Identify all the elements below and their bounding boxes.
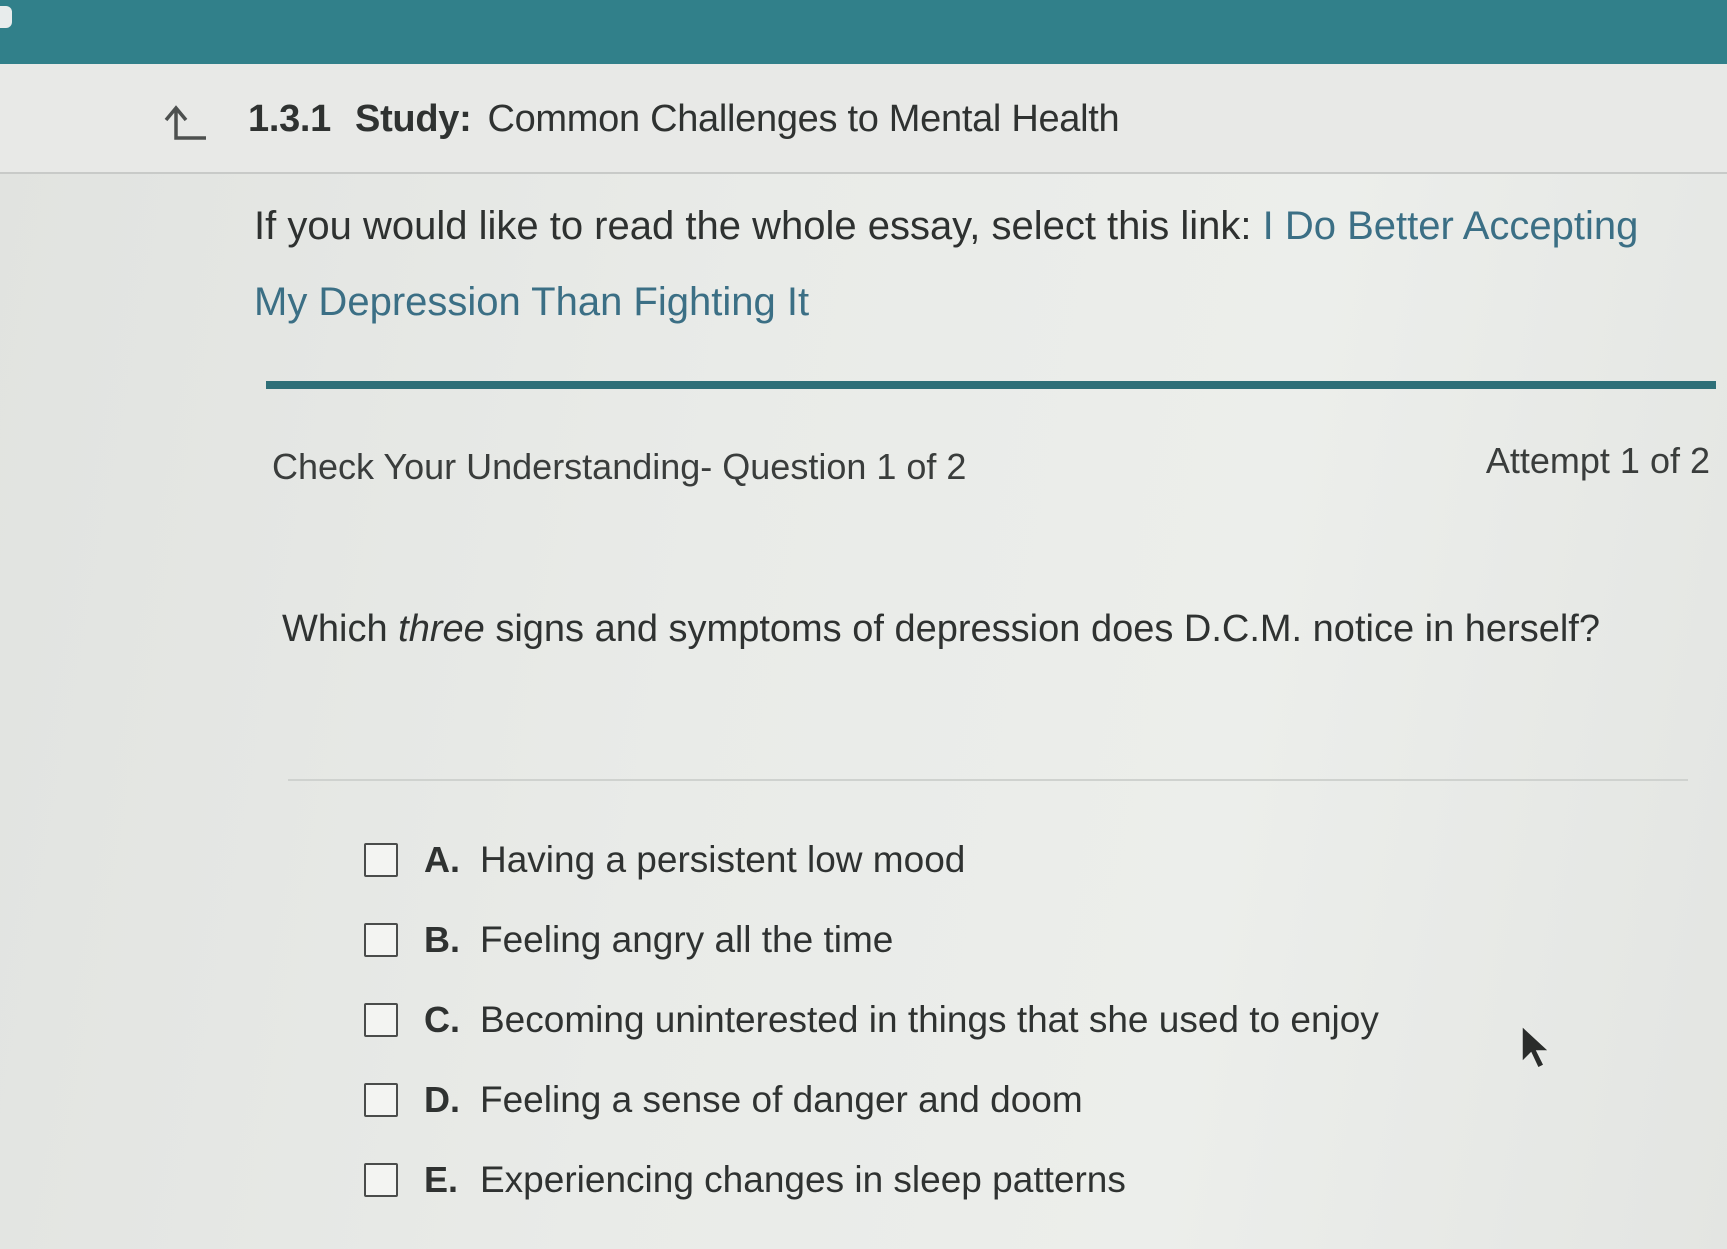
option-b-text: Feeling angry all the time [480,919,894,960]
option-e[interactable]: E. Experiencing changes in sleep pattern… [364,1140,1664,1220]
section-kind: Study: [355,98,472,140]
mouse-pointer-icon [1521,1024,1551,1070]
top-bar-corner-tab[interactable] [0,6,12,28]
page-title: 1.3.1 Study: Common Challenges to Mental H… [248,98,1120,141]
option-e-text: Experiencing changes in sleep patterns [480,1159,1126,1200]
section-title: Common Challenges to Mental Health [487,98,1120,140]
top-bar [0,0,1727,64]
prompt-emphasis: three [398,608,485,650]
option-c-letter: C. [424,999,460,1040]
option-d-text: Feeling a sense of danger and doom [480,1079,1083,1120]
option-a-text: Having a persistent low mood [480,839,966,880]
option-b-letter: B. [424,919,460,960]
prompt-start: Which [282,608,399,650]
option-d[interactable]: D. Feeling a sense of danger and doom [364,1060,1664,1140]
option-b[interactable]: B. Feeling angry all the time [364,900,1664,980]
section-divider [266,381,1716,389]
option-a-checkbox[interactable] [364,843,398,877]
back-arrow-icon[interactable] [162,104,208,144]
section-number: 1.3.1 [248,98,332,140]
option-e-letter: E. [424,1159,459,1200]
essay-intro: If you would like to read the whole essa… [254,188,1694,340]
option-a-letter: A. [424,839,460,880]
option-c[interactable]: C. Becoming uninterested in things that … [364,980,1664,1060]
question-divider [288,779,1688,781]
prompt-end: signs and symptoms of depression does D.… [484,608,1600,650]
option-a[interactable]: A. Having a persistent low mood [364,820,1664,900]
option-c-text: Becoming uninterested in things that she… [480,999,1379,1040]
answer-options: A. Having a persistent low mood B. Feeli… [364,820,1664,1220]
option-d-letter: D. [424,1079,460,1120]
option-b-checkbox[interactable] [364,923,398,957]
question-counter: Check Your Understanding- Question 1 of … [272,446,967,487]
question-prompt: Which three signs and symptoms of depres… [282,608,1600,651]
option-c-checkbox[interactable] [364,1003,398,1037]
option-d-checkbox[interactable] [364,1083,398,1117]
intro-text: If you would like to read the whole essa… [254,204,1263,248]
attempt-counter: Attempt 1 of 2 [1485,440,1710,481]
option-e-checkbox[interactable] [364,1163,398,1197]
